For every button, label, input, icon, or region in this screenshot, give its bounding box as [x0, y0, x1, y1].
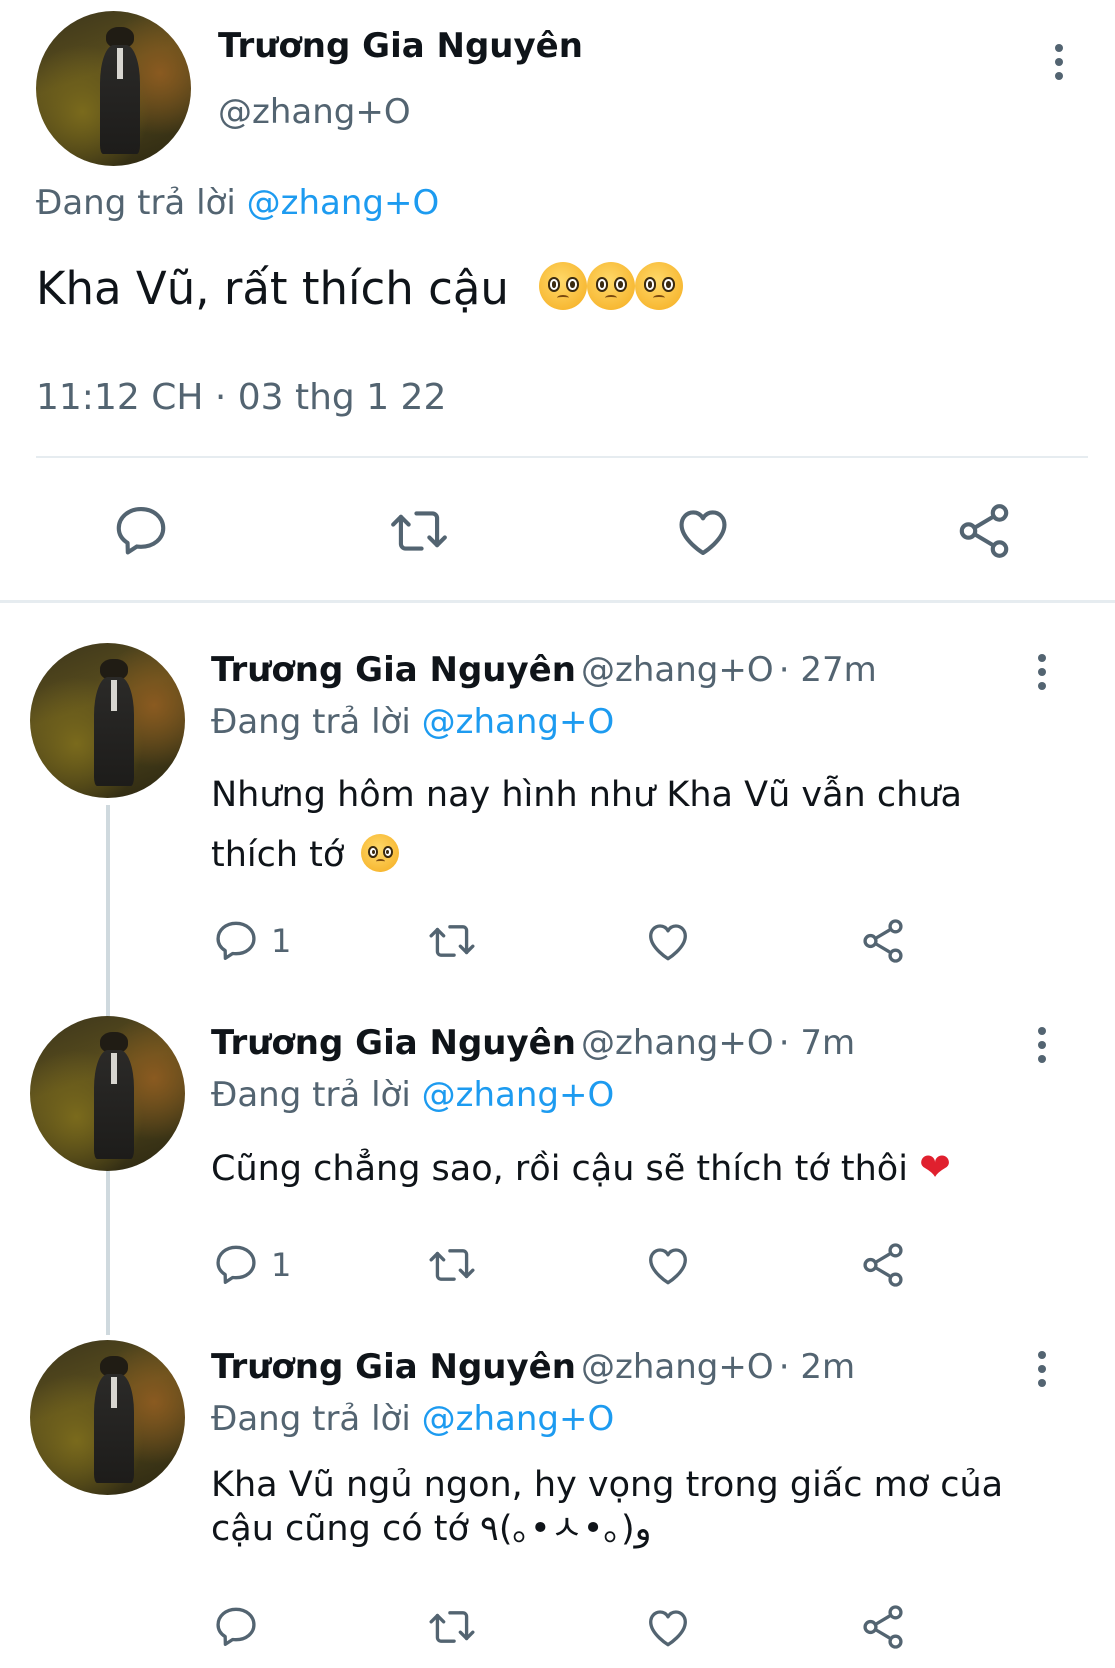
- reply-header: Trương Gia Nguyên @zhang+O · 7m: [211, 1023, 855, 1063]
- retweet-button[interactable]: [427, 916, 477, 966]
- pleading-face-emoji: [587, 262, 636, 310]
- reply-icon: [110, 500, 172, 562]
- share-icon: [858, 916, 908, 966]
- pleading-face-emoji: [539, 262, 588, 310]
- pleading-face-emoji: [635, 262, 684, 310]
- reply-button[interactable]: 1: [211, 916, 291, 966]
- share-icon: [953, 500, 1015, 562]
- retweet-icon: [388, 500, 450, 562]
- reply-time[interactable]: · 2m: [779, 1347, 855, 1387]
- reply-icon: [211, 1240, 261, 1290]
- avatar[interactable]: [30, 643, 185, 798]
- like-icon: [643, 1602, 693, 1652]
- red-heart-emoji: ❤: [919, 1145, 951, 1189]
- replying-to-link[interactable]: @zhang+O: [422, 702, 615, 742]
- retweet-button[interactable]: [388, 500, 450, 562]
- replying-to-link[interactable]: @zhang+O: [247, 183, 440, 223]
- author-handle[interactable]: @zhang+O: [581, 1023, 774, 1063]
- replying-to-link[interactable]: @zhang+O: [422, 1075, 615, 1115]
- author-handle[interactable]: @zhang+O: [581, 1347, 774, 1387]
- replying-label: Đang trả lời: [211, 702, 411, 742]
- reply-button[interactable]: [211, 1602, 261, 1652]
- share-button[interactable]: [858, 1240, 908, 1290]
- replying-to: Đang trả lời @zhang+O: [211, 1075, 614, 1115]
- retweet-icon: [427, 916, 477, 966]
- replying-label: Đang trả lời: [36, 183, 236, 223]
- reply-text: Kha Vũ ngủ ngon, hy vọng trong giấc mơ c…: [211, 1463, 1003, 1551]
- pleading-face-emoji: [361, 834, 400, 872]
- avatar-figure-shirt: [110, 1053, 117, 1085]
- reply-text: Cũng chẳng sao, rồi cậu sẽ thích tớ thôi…: [211, 1145, 951, 1189]
- reply-header: Trương Gia Nguyên @zhang+O · 27m: [211, 650, 877, 690]
- reply-header: Trương Gia Nguyên @zhang+O · 2m: [211, 1347, 855, 1387]
- reply-text-line-2: cậu cũng có tớ ٩(｡•ㅅ•｡)و: [211, 1509, 652, 1549]
- more-icon[interactable]: [1038, 654, 1046, 690]
- reply-count: 1: [271, 922, 292, 960]
- avatar-figure-shirt: [110, 1377, 117, 1409]
- avatar[interactable]: [30, 1340, 185, 1495]
- reply-icon: [211, 1602, 261, 1652]
- more-icon[interactable]: [1038, 1027, 1046, 1063]
- reply-count: 1: [271, 1246, 292, 1284]
- reply-text-line-2: thích tớ: [211, 825, 962, 885]
- avatar[interactable]: [30, 1016, 185, 1171]
- section-divider: [0, 600, 1115, 603]
- share-button[interactable]: [953, 500, 1015, 562]
- divider: [36, 456, 1088, 458]
- more-icon[interactable]: [1055, 44, 1063, 80]
- replying-label: Đang trả lời: [211, 1399, 411, 1439]
- share-icon: [858, 1602, 908, 1652]
- retweet-button[interactable]: [427, 1602, 477, 1652]
- author-name[interactable]: Trương Gia Nguyên: [211, 1023, 576, 1063]
- reply-text-line: Nhưng hôm nay hình như Kha Vũ vẫn chưa: [211, 775, 962, 815]
- author-name[interactable]: Trương Gia Nguyên: [211, 1347, 576, 1387]
- author-handle[interactable]: @zhang+O: [218, 92, 411, 132]
- reply-time[interactable]: · 27m: [779, 650, 877, 690]
- replying-to: Đang trả lời @zhang+O: [211, 702, 614, 742]
- share-icon: [858, 1240, 908, 1290]
- reply-button[interactable]: [110, 500, 172, 562]
- retweet-icon: [427, 1240, 477, 1290]
- timestamp[interactable]: 11:12 CH · 03 thg 1 22: [36, 377, 446, 418]
- replying-to: Đang trả lời @zhang+O: [36, 183, 439, 223]
- replying-to-link[interactable]: @zhang+O: [422, 1399, 615, 1439]
- avatar-figure-shirt: [110, 680, 117, 712]
- like-icon: [643, 916, 693, 966]
- reply-button[interactable]: 1: [211, 1240, 291, 1290]
- replying-to: Đang trả lời @zhang+O: [211, 1399, 614, 1439]
- author-name[interactable]: Trương Gia Nguyên: [218, 26, 583, 66]
- like-button[interactable]: [672, 500, 734, 562]
- retweet-icon: [427, 1602, 477, 1652]
- share-button[interactable]: [858, 1602, 908, 1652]
- retweet-button[interactable]: [427, 1240, 477, 1290]
- avatar-figure-shirt: [116, 48, 123, 80]
- reply-time[interactable]: · 7m: [779, 1023, 855, 1063]
- reply-text: Nhưng hôm nay hình như Kha Vũ vẫn chưa t…: [211, 765, 962, 885]
- avatar[interactable]: [36, 11, 191, 166]
- reply-text-content: thích tớ: [211, 835, 345, 875]
- reply-text-content: Cũng chẳng sao, rồi cậu sẽ thích tớ thôi: [211, 1149, 908, 1189]
- share-button[interactable]: [858, 916, 908, 966]
- author-handle[interactable]: @zhang+O: [581, 650, 774, 690]
- like-icon: [643, 1240, 693, 1290]
- replying-label: Đang trả lời: [211, 1075, 411, 1115]
- tweet-text: Kha Vũ, rất thích cậu: [36, 262, 684, 315]
- like-button[interactable]: [643, 1240, 693, 1290]
- author-name[interactable]: Trương Gia Nguyên: [211, 650, 576, 690]
- reply-text-line: Kha Vũ ngủ ngon, hy vọng trong giấc mơ c…: [211, 1465, 1004, 1505]
- like-icon: [672, 500, 734, 562]
- more-icon[interactable]: [1038, 1351, 1046, 1387]
- reply-icon: [211, 916, 261, 966]
- like-button[interactable]: [643, 1602, 693, 1652]
- like-button[interactable]: [643, 916, 693, 966]
- tweet-text-content: Kha Vũ, rất thích cậu: [36, 262, 509, 315]
